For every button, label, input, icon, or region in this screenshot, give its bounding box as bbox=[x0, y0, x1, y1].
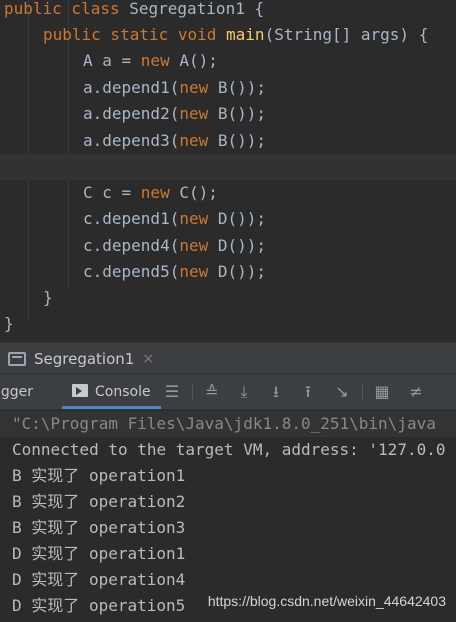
output-line: B 实现了 operation3 bbox=[12, 518, 186, 537]
tab-console[interactable]: Console bbox=[62, 374, 161, 409]
evaluate-expression-icon[interactable]: ▦ bbox=[372, 382, 392, 402]
step-over-icon[interactable]: ⤓ bbox=[234, 382, 254, 402]
code-line[interactable]: } bbox=[0, 285, 456, 311]
output-line: B 实现了 operation1 bbox=[12, 466, 186, 485]
output-line: B 实现了 operation2 bbox=[12, 492, 186, 511]
code-line[interactable]: } bbox=[0, 311, 456, 337]
trace-icon[interactable]: ≠ bbox=[406, 382, 426, 402]
code-line[interactable]: a.depend2(new B()); bbox=[0, 101, 456, 127]
code-line[interactable]: public class Segregation1 { bbox=[0, 0, 456, 22]
run-tool-window-tabs: Segregation1 × bbox=[0, 342, 456, 374]
console-output[interactable]: "C:\Program Files\Java\jdk1.8.0_251\bin\… bbox=[0, 410, 456, 622]
run-config-icon bbox=[8, 351, 26, 366]
run-to-cursor-icon[interactable]: ↘ bbox=[332, 382, 352, 402]
code-editor[interactable]: public class Segregation1 { public stati… bbox=[0, 0, 456, 342]
run-tab-segregation1[interactable]: Segregation1 × bbox=[0, 343, 154, 374]
code-line[interactable]: a.depend3(new B()); bbox=[0, 128, 456, 154]
code-line[interactable]: c.depend1(new D()); bbox=[0, 206, 456, 232]
watermark: https://blog.csdn.net/weixin_44642403 bbox=[207, 593, 446, 609]
code-line[interactable]: A a = new A(); bbox=[0, 48, 456, 74]
output-line: D 实现了 operation1 bbox=[12, 544, 186, 563]
console-icon bbox=[72, 384, 88, 397]
command-line: "C:\Program Files\Java\jdk1.8.0_251\bin\… bbox=[0, 411, 456, 437]
layout-menu-icon[interactable]: ☰ bbox=[162, 382, 182, 402]
connected-message: Connected to the target VM, address: '12… bbox=[12, 440, 446, 459]
code-line[interactable]: C c = new C(); bbox=[0, 180, 456, 206]
show-execution-point-icon[interactable]: ≙ bbox=[202, 382, 222, 402]
code-line[interactable]: a.depend1(new B()); bbox=[0, 75, 456, 101]
code-line[interactable]: public static void main(String[] args) { bbox=[0, 22, 456, 48]
tab-console-label: Console bbox=[95, 384, 151, 400]
close-icon[interactable]: × bbox=[142, 351, 154, 367]
run-tab-label: Segregation1 bbox=[34, 349, 135, 368]
output-line: D 实现了 operation5 bbox=[12, 596, 186, 615]
debug-toolbar: ugger Console ☰ ≙ ⤓ ⭳ ⭱ ↘ ▦ ≠ bbox=[0, 374, 456, 410]
output-line: D 实现了 operation4 bbox=[12, 570, 186, 589]
code-line[interactable]: c.depend4(new D()); bbox=[0, 233, 456, 259]
step-into-icon[interactable]: ⭳ bbox=[266, 382, 286, 402]
toolbar-divider bbox=[192, 383, 193, 401]
code-line[interactable]: c.depend5(new D()); bbox=[0, 259, 456, 285]
current-line[interactable] bbox=[0, 154, 456, 180]
toolbar-divider bbox=[362, 383, 363, 401]
tab-debugger[interactable]: ugger bbox=[0, 374, 33, 409]
step-out-icon[interactable]: ⭱ bbox=[298, 382, 318, 402]
